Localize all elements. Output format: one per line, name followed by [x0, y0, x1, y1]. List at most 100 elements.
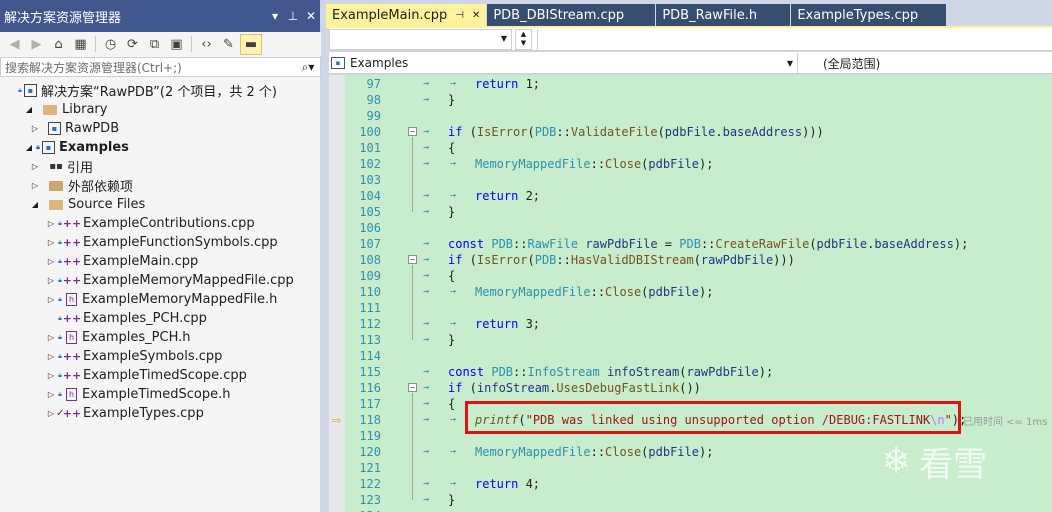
code-line[interactable]: 112 → → return 3; [329, 316, 1052, 332]
collapsed-arrow-icon[interactable]: ▷ [46, 295, 56, 304]
tree-item[interactable]: ▷ 🔒︎ h ExampleMemoryMappedFile.h [46, 290, 277, 309]
scope-dropdown[interactable]: ▪ Examples ▼ [329, 53, 798, 73]
collapsed-arrow-icon[interactable]: ▷ [30, 124, 40, 133]
home-icon[interactable]: ⌂ [48, 34, 69, 55]
collapse-region-icon[interactable]: − [408, 127, 417, 136]
tab-exampletypes-cpp[interactable]: ExampleTypes.cpp [791, 4, 947, 26]
tree-item[interactable]: ▷ ✓ ++ ExampleTypes.cpp [46, 404, 204, 423]
snowflake-icon: ❄ [881, 441, 912, 482]
code-line[interactable]: 115 → const PDB::InfoStream infoStream(raw… [329, 364, 1052, 380]
tree-item[interactable]: ▷ 🔒︎ ++ ExampleFunctionSymbols.cpp [46, 233, 278, 252]
code-line[interactable]: 114 [329, 348, 1052, 364]
solution-search-box[interactable]: 搜索解决方案资源管理器(Ctrl+;) ⌕▾ [0, 57, 321, 77]
line-number: 108 [359, 253, 381, 267]
code-line[interactable]: 98 →} [329, 92, 1052, 108]
tree-item[interactable]: ▷ 🔒︎ ++ ExampleTimedScope.cpp [46, 366, 247, 385]
tree-item[interactable]: ◢ 🔒︎ ▪ Examples [24, 138, 129, 157]
forward-icon[interactable]: ▶ [26, 34, 47, 55]
chevron-down-icon[interactable]: ▾ [266, 9, 284, 23]
tree-item[interactable]: ▷ 🔒︎ ++ ExampleMemoryMappedFile.cpp [46, 271, 294, 290]
code-line[interactable]: 100− → if (IsError(PDB::ValidateFile(pdbFi… [329, 124, 1052, 140]
code-line[interactable]: 101 → { [329, 140, 1052, 156]
member-dropdown[interactable] [537, 29, 1052, 50]
pin-icon[interactable]: ⊥ [284, 9, 302, 23]
collapse-region-icon[interactable]: − [408, 255, 417, 264]
search-icon[interactable]: ⌕▾ [296, 60, 320, 75]
collapsed-arrow-icon[interactable]: ▷ [46, 409, 56, 418]
tree-item[interactable]: 🔒︎ ++ Examples_PCH.cpp [46, 309, 207, 328]
code-line[interactable]: 108− → if (IsError(PDB::HasValidDBIStream(… [329, 252, 1052, 268]
collapse-region-icon[interactable]: − [408, 383, 417, 392]
next-statement-arrow-icon[interactable]: ⇨ [332, 414, 341, 427]
collapsed-arrow-icon[interactable]: ▷ [46, 276, 56, 285]
code-line[interactable]: 105 →} [329, 204, 1052, 220]
collapsed-arrow-icon[interactable]: ▷ [46, 390, 56, 399]
code-line[interactable]: 109 → { [329, 268, 1052, 284]
code-token: if [448, 253, 463, 267]
line-number: 105 [359, 205, 381, 219]
pending-changes-filter-icon[interactable]: ◷ [100, 34, 121, 55]
code-line[interactable]: 103 [329, 172, 1052, 188]
code-line[interactable]: 113 →} [329, 332, 1052, 348]
tree-item[interactable]: ▷ 外部依赖项 [30, 176, 133, 195]
expanded-arrow-icon[interactable]: ◢ [24, 143, 34, 152]
code-text-area[interactable]: 97 → → return 1; 98 →} 99 100− → if (IsError(PDB:… [329, 75, 1052, 512]
collapsed-arrow-icon[interactable]: ▷ [46, 238, 56, 247]
code-line[interactable]: 123 →} [329, 492, 1052, 508]
tree-item[interactable]: ▷ 🔒︎ ++ ExampleContributions.cpp [46, 214, 255, 233]
tree-item[interactable]: ▷ 🔒︎ ++ ExampleSymbols.cpp [46, 347, 222, 366]
pin-icon[interactable]: ⊣ [455, 10, 464, 21]
global-scope-dropdown[interactable]: (全局范围) [805, 53, 1052, 73]
collapsed-arrow-icon[interactable]: ▷ [30, 181, 40, 190]
collapsed-arrow-icon[interactable]: ▷ [30, 162, 40, 171]
collapsed-arrow-icon[interactable]: ▷ [46, 352, 56, 361]
code-line[interactable]: 107 → const PDB::RawFile rawPdbFile = PDB:… [329, 236, 1052, 252]
code-line[interactable]: 124 [329, 508, 1052, 512]
back-icon[interactable]: ◀ [4, 34, 25, 55]
expanded-arrow-icon[interactable]: ◢ [30, 200, 40, 209]
tree-item[interactable]: ◢ Source Files [30, 195, 145, 214]
code-line[interactable]: 106 [329, 220, 1052, 236]
fold-guide-line [412, 393, 413, 500]
code-line[interactable]: 116− → if (infoStream.UsesDebugFastLink()) [329, 380, 1052, 396]
code-line[interactable]: 104 → → return 2; [329, 188, 1052, 204]
cpp-file-icon: ++ [62, 350, 82, 363]
tab-examplemain-cpp[interactable]: ExampleMain.cpp ⊣ ✕ [326, 4, 487, 26]
collapsed-arrow-icon[interactable]: ▷ [46, 257, 56, 266]
tab-pdb-rawfile-h[interactable]: PDB_RawFile.h [656, 4, 791, 26]
tree-item[interactable]: ▷ ▪ RawPDB [30, 119, 119, 138]
search-input[interactable]: 搜索解决方案资源管理器(Ctrl+;) [5, 59, 296, 76]
collapsed-arrow-icon[interactable]: ▷ [46, 333, 56, 342]
close-icon[interactable]: ✕ [472, 10, 480, 21]
code-line[interactable]: 99 [329, 108, 1052, 124]
tree-item[interactable]: 🔒︎ ▪ 解决方案“RawPDB”(2 个项目，共 2 个) [6, 81, 277, 100]
tree-item[interactable]: ▷ 🔒︎ h Examples_PCH.h [46, 328, 191, 347]
code-line[interactable]: 110 → → MemoryMappedFile::Close(pdbFile); [329, 284, 1052, 300]
collapse-all-icon[interactable]: ⧉ [144, 34, 165, 55]
sync-icon[interactable]: ⟳ [122, 34, 143, 55]
perf-tip-elapsed: 已用时间 <= 1ms [963, 417, 1048, 428]
show-all-files-icon[interactable]: ▣ [166, 34, 187, 55]
tree-item[interactable]: ▷ 🔒︎ h ExampleTimedScope.h [46, 385, 231, 404]
code-token: ( [527, 125, 535, 139]
collapsed-arrow-icon[interactable]: ▷ [46, 219, 56, 228]
tab-pdb-dbistream-cpp[interactable]: PDB_DBIStream.cpp [487, 4, 656, 26]
collapsed-arrow-icon[interactable]: ▷ [46, 371, 56, 380]
spin-buttons[interactable]: ▲ ▼ [515, 29, 532, 50]
line-number: 116 [359, 381, 381, 395]
switch-views-icon[interactable]: ▦ [70, 34, 91, 55]
code-line[interactable]: 102 → → MemoryMappedFile::Close(pdbFile); [329, 156, 1052, 172]
view-code-icon[interactable]: ‹› [196, 34, 217, 55]
code-line[interactable]: 111 [329, 300, 1052, 316]
tree-item[interactable]: ▷ 🔒︎ ++ ExampleMain.cpp [46, 252, 198, 271]
properties-wrench-icon[interactable]: ✎ [218, 34, 239, 55]
close-icon[interactable]: ✕ [302, 9, 320, 23]
preview-selected-items-icon[interactable]: ▬ [240, 33, 262, 55]
expanded-arrow-icon[interactable]: ◢ [24, 105, 34, 114]
project-dropdown[interactable]: ▼ [329, 29, 512, 50]
code-line[interactable]: 97 → → return 1; [329, 76, 1052, 92]
tree-item[interactable]: ◢ Library [24, 100, 108, 119]
code-text: return 4; [475, 476, 540, 492]
tree-item[interactable]: ▷ ▪▪ 引用 [30, 157, 93, 176]
tab-whitespace-arrow-icon: → [423, 398, 430, 409]
